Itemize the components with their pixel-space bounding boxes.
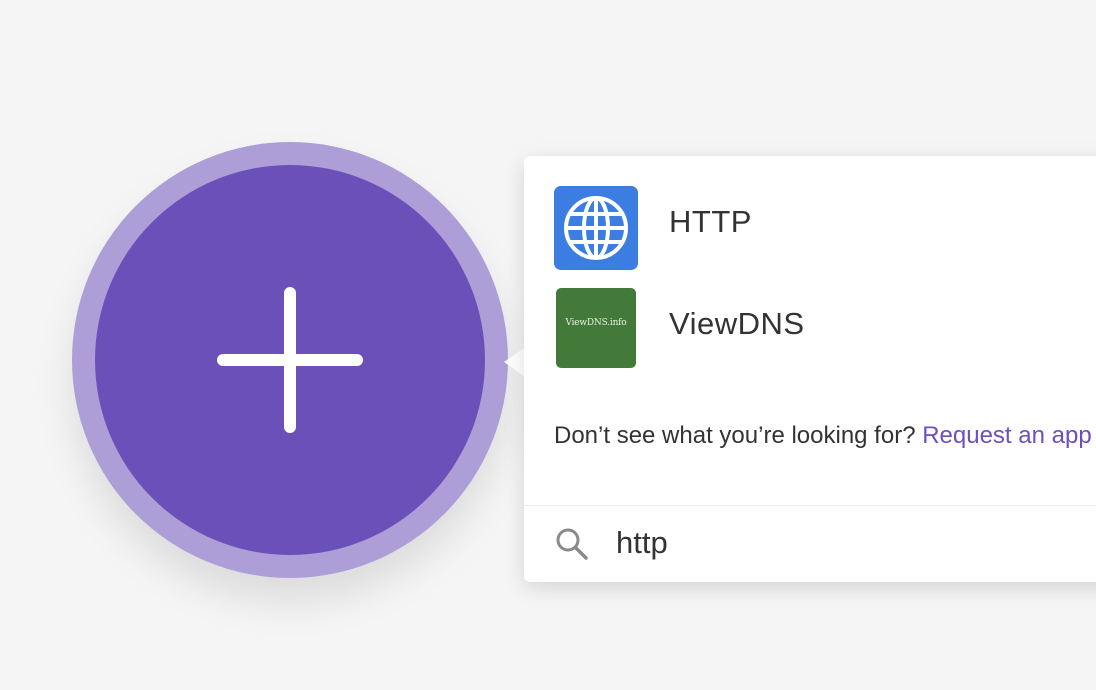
http-app-logo [554,186,638,270]
viewdns-logo: ViewDNS.info [556,288,636,368]
globe-icon [564,196,628,260]
viewdns-logo-text: ViewDNS.info [565,318,627,328]
request-prompt: Don’t see what you’re looking for? [554,422,923,449]
result-item-http[interactable]: HTTP [554,186,1096,270]
request-app-row: Don’t see what you’re looking for? Reque… [554,422,1092,450]
result-name: HTTP [669,204,752,239]
plus-icon [217,287,363,433]
popup-pointer [504,348,524,376]
app-search-popup: HTTP ViewDNS.info ViewDNS Don’t see what… [524,156,1096,582]
divider [524,505,1096,506]
request-app-link[interactable]: Request an app [922,422,1091,449]
result-item-viewdns[interactable]: ViewDNS.info ViewDNS [554,288,1096,372]
search-input[interactable] [616,522,1076,564]
result-name: ViewDNS [669,306,805,341]
search-icon [556,528,588,560]
